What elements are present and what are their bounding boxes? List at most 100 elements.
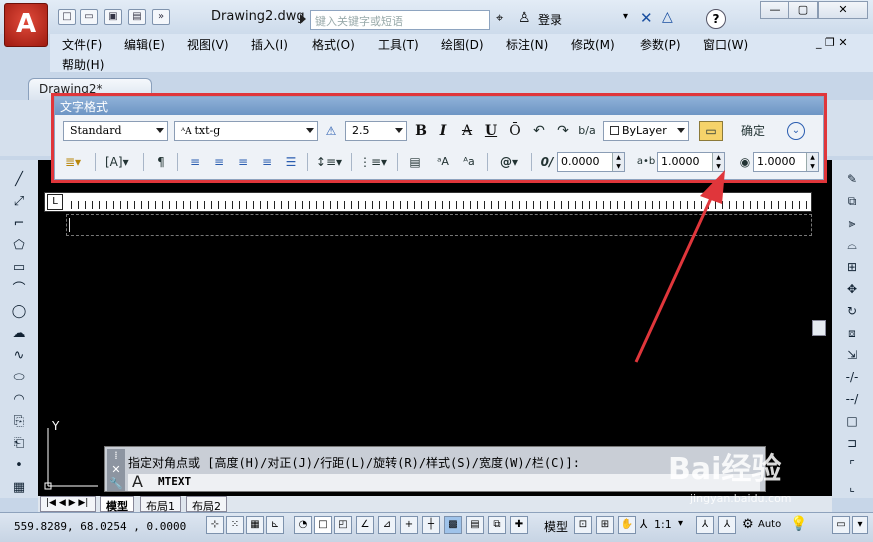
- model-space-button[interactable]: 模型: [544, 518, 568, 535]
- font-select[interactable]: ᴬA txt-g: [174, 121, 318, 141]
- bold-button[interactable]: B: [411, 121, 431, 141]
- mirror-icon[interactable]: ⫸: [842, 214, 862, 232]
- symbol-icon[interactable]: @▾: [495, 153, 523, 171]
- align-right-icon[interactable]: ≡: [233, 153, 253, 171]
- redo-icon[interactable]: ↷: [553, 122, 573, 140]
- trim-icon[interactable]: -/-: [842, 368, 862, 386]
- dynamic-input-icon[interactable]: +: [400, 516, 418, 534]
- open-file-icon[interactable]: ▭: [80, 9, 98, 25]
- text-ruler[interactable]: L: [44, 192, 812, 212]
- annotative-icon[interactable]: ⚠: [321, 122, 341, 140]
- grid-display-icon[interactable]: ▦: [246, 516, 264, 534]
- width-factor-spinner[interactable]: ▲ ▼: [806, 153, 818, 171]
- construction-line-icon[interactable]: ⤢: [9, 192, 29, 212]
- italic-button[interactable]: I: [433, 121, 453, 141]
- object-snap-icon[interactable]: □: [314, 516, 332, 534]
- menu-draw[interactable]: 绘图(D): [441, 36, 484, 53]
- copy-icon[interactable]: ⧉: [842, 192, 862, 210]
- quick-properties-icon[interactable]: ▤: [466, 516, 484, 534]
- tracking-input[interactable]: 1.0000 ▲ ▼: [657, 152, 725, 172]
- maximize-button[interactable]: ▢: [788, 1, 818, 19]
- menu-view[interactable]: 视图(V): [187, 36, 229, 53]
- line-spacing-icon[interactable]: ↕≡▾: [315, 153, 343, 171]
- fillet-icon[interactable]: ⌞: [842, 478, 862, 496]
- autodesk-360-icon[interactable]: △: [662, 9, 673, 25]
- arc-icon[interactable]: ⌒: [9, 280, 29, 300]
- search-input[interactable]: 键入关键字或短语: [310, 10, 490, 30]
- paragraph-icon[interactable]: ¶: [151, 153, 171, 171]
- move-icon[interactable]: ✥: [842, 280, 862, 298]
- minimize-button[interactable]: —: [760, 1, 790, 19]
- new-file-icon[interactable]: □: [58, 9, 76, 25]
- break-icon[interactable]: □: [842, 412, 862, 430]
- tab-model[interactable]: 模型: [100, 496, 134, 513]
- search-expand-icon[interactable]: [300, 14, 306, 24]
- print-icon[interactable]: ▤: [128, 9, 146, 25]
- clean-screen-icon[interactable]: ▭: [832, 516, 850, 534]
- more-tools-icon[interactable]: »: [152, 9, 170, 25]
- scale-icon[interactable]: ⧈: [842, 324, 862, 342]
- menu-tools[interactable]: 工具(T): [378, 36, 419, 53]
- menu-help[interactable]: 帮助(H): [62, 56, 104, 73]
- options-icon[interactable]: ⌄: [787, 122, 805, 140]
- hatch-icon[interactable]: ▦: [9, 478, 29, 498]
- mtext-editor-area[interactable]: [66, 214, 812, 236]
- strikethrough-button[interactable]: A: [457, 121, 477, 141]
- workspace-label[interactable]: Auto: [758, 519, 781, 530]
- application-menu-button[interactable]: A: [4, 3, 48, 47]
- menu-file[interactable]: 文件(F): [62, 36, 102, 53]
- rectangle-icon[interactable]: ▭: [9, 258, 29, 278]
- quick-view-layouts-icon[interactable]: ⊡: [574, 516, 592, 534]
- erase-icon[interactable]: ✎: [842, 170, 862, 188]
- annotation-visibility-icon[interactable]: ⅄: [696, 516, 714, 534]
- 3d-object-snap-icon[interactable]: ◰: [334, 516, 352, 534]
- tab-type-icon[interactable]: L: [47, 194, 63, 210]
- numbering-icon[interactable]: ⋮≡▾: [359, 153, 387, 171]
- menu-parametric[interactable]: 参数(P): [640, 36, 681, 53]
- exchange-icon[interactable]: ✕: [640, 9, 653, 27]
- transparency-icon[interactable]: ▩: [444, 516, 462, 534]
- infer-constraints-icon[interactable]: ⊹: [206, 516, 224, 534]
- scrollbar-thumb[interactable]: [812, 320, 826, 336]
- justify-icon[interactable]: ≡: [257, 153, 277, 171]
- mtext-justification-icon[interactable]: [A]▾: [105, 153, 129, 171]
- spline-icon[interactable]: ∿: [9, 346, 29, 366]
- insert-block-icon[interactable]: ⎘: [9, 412, 29, 432]
- command-window-handle[interactable]: ⁞ ✕ 🔧: [107, 449, 125, 491]
- menu-window[interactable]: 窗口(W): [703, 36, 748, 53]
- tab-layout2[interactable]: 布局2: [186, 496, 227, 513]
- menu-insert[interactable]: 插入(I): [251, 36, 288, 53]
- user-icon[interactable]: ♙: [518, 10, 531, 26]
- close-button[interactable]: ✕: [818, 1, 868, 19]
- polygon-icon[interactable]: ⬠: [9, 236, 29, 256]
- ok-button[interactable]: 确定: [737, 122, 769, 140]
- tab-nav-buttons[interactable]: |◀ ◀ ▶ ▶|: [40, 496, 96, 512]
- scale-dropdown-icon[interactable]: ▾: [678, 518, 683, 529]
- chamfer-icon[interactable]: ⌜: [842, 456, 862, 474]
- revision-cloud-icon[interactable]: ☁: [9, 324, 29, 344]
- uppercase-icon[interactable]: ᵃA: [433, 153, 453, 171]
- annotation-monitor-icon[interactable]: ✚: [510, 516, 528, 534]
- columns-icon[interactable]: ≣▾: [63, 153, 83, 171]
- selection-cycling-icon[interactable]: ⧉: [488, 516, 506, 534]
- annotation-scale[interactable]: 1:1: [654, 518, 672, 531]
- annotation-scale-icon[interactable]: ⅄: [640, 517, 647, 531]
- underline-button[interactable]: U: [481, 121, 501, 141]
- tab-layout1[interactable]: 布局1: [140, 496, 181, 513]
- binoculars-icon[interactable]: ⌖: [496, 11, 503, 26]
- login-dropdown-icon[interactable]: ▾: [623, 11, 628, 22]
- command-input[interactable]: MTEXT: [128, 474, 760, 491]
- lineweight-icon[interactable]: ┼: [422, 516, 440, 534]
- array-icon[interactable]: ⊞: [842, 258, 862, 276]
- align-left-icon[interactable]: ≡: [185, 153, 205, 171]
- polar-tracking-icon[interactable]: ◔: [294, 516, 312, 534]
- menu-edit[interactable]: 编辑(E): [124, 36, 165, 53]
- oblique-angle-icon[interactable]: 0/: [537, 153, 557, 171]
- workspace-switch-icon[interactable]: ⚙: [742, 517, 754, 532]
- login-label[interactable]: 登录: [538, 11, 562, 28]
- pan-icon[interactable]: ✋: [618, 516, 636, 534]
- stack-icon[interactable]: b/a: [577, 122, 597, 140]
- rotate-icon[interactable]: ↻: [842, 302, 862, 320]
- text-height-select[interactable]: 2.5: [345, 121, 407, 141]
- make-block-icon[interactable]: ⎗: [9, 434, 29, 454]
